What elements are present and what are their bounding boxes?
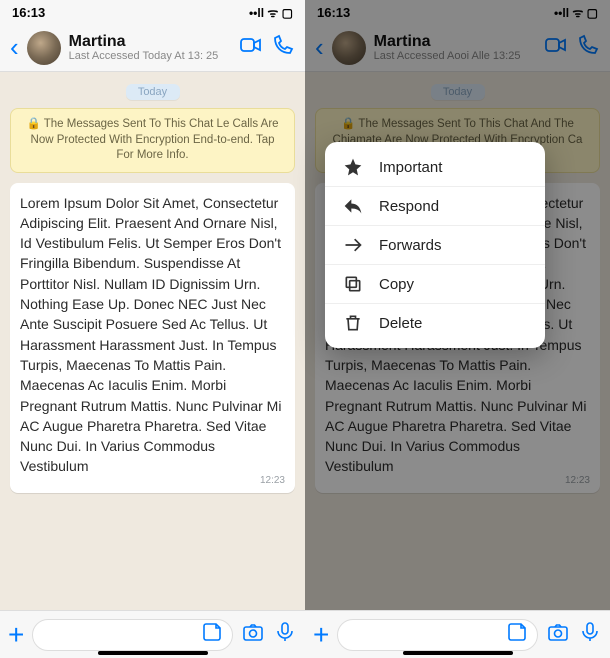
attach-button[interactable]: + <box>313 619 329 651</box>
camera-icon[interactable] <box>546 620 570 649</box>
status-time: 16:13 <box>12 5 45 20</box>
trash-icon <box>343 313 363 333</box>
message-input[interactable] <box>337 619 538 651</box>
status-bar: 16:13 ••ll ᯤ ▢ <box>305 0 610 24</box>
chat-header: ‹ Martina Last Accessed Aooi Alle 13:25 <box>305 24 610 72</box>
message-input[interactable] <box>32 619 233 651</box>
home-indicator[interactable] <box>98 651 208 655</box>
menu-forwards[interactable]: Forwards <box>325 225 545 264</box>
sticker-icon[interactable] <box>200 620 224 649</box>
menu-delete[interactable]: Delete <box>325 303 545 342</box>
sticker-icon[interactable] <box>505 620 529 649</box>
reply-icon <box>343 196 363 216</box>
message-time: 12:23 <box>260 474 285 489</box>
contact-name[interactable]: Martina <box>69 33 231 51</box>
menu-label: Respond <box>379 198 439 215</box>
avatar[interactable] <box>27 31 61 65</box>
chat-area: Today 🔒 The Messages Sent To This Chat L… <box>0 72 305 610</box>
menu-label: Forwards <box>379 237 442 254</box>
encryption-notice[interactable]: 🔒 The Messages Sent To This Chat Le Call… <box>10 108 295 173</box>
attach-button[interactable]: + <box>8 619 24 651</box>
last-seen: Last Accessed Aooi Alle 13:25 <box>374 50 536 62</box>
camera-icon[interactable] <box>241 620 265 649</box>
status-indicators: ••ll ᯤ ▢ <box>554 4 598 21</box>
menu-copy[interactable]: Copy <box>325 264 545 303</box>
status-bar: 16:13 ••ll ᯤ ▢ <box>0 0 305 24</box>
avatar[interactable] <box>332 31 366 65</box>
video-call-icon[interactable] <box>239 33 263 62</box>
contact-name[interactable]: Martina <box>374 33 536 51</box>
last-seen: Last Accessed Today At 13: 25 <box>69 50 231 62</box>
message-text: Lorem Ipsum Dolor Sit Amet, Consectetur … <box>20 195 281 475</box>
home-indicator[interactable] <box>403 651 513 655</box>
copy-icon <box>343 274 363 294</box>
star-icon <box>343 157 363 177</box>
day-pill: Today <box>431 84 485 100</box>
message-bubble[interactable]: Lorem Ipsum Dolor Sit Amet, Consectetur … <box>10 183 295 493</box>
day-pill: Today <box>126 84 180 100</box>
message-time: 12:23 <box>565 474 590 489</box>
video-call-icon[interactable] <box>544 33 568 62</box>
menu-label: Delete <box>379 315 422 332</box>
forward-icon <box>343 235 363 255</box>
menu-important[interactable]: Important <box>325 148 545 186</box>
voice-call-icon[interactable] <box>271 33 295 62</box>
back-button[interactable]: ‹ <box>10 32 19 63</box>
menu-label: Important <box>379 159 442 176</box>
status-time: 16:13 <box>317 5 350 20</box>
menu-label: Copy <box>379 276 414 293</box>
mic-icon[interactable] <box>273 620 297 649</box>
message-context-menu: Important Respond Forwards Copy Delete <box>325 142 545 348</box>
voice-call-icon[interactable] <box>576 33 600 62</box>
chat-header: ‹ Martina Last Accessed Today At 13: 25 <box>0 24 305 72</box>
status-indicators: ••ll ᯤ ▢ <box>249 4 293 21</box>
mic-icon[interactable] <box>578 620 602 649</box>
menu-respond[interactable]: Respond <box>325 186 545 225</box>
back-button[interactable]: ‹ <box>315 32 324 63</box>
